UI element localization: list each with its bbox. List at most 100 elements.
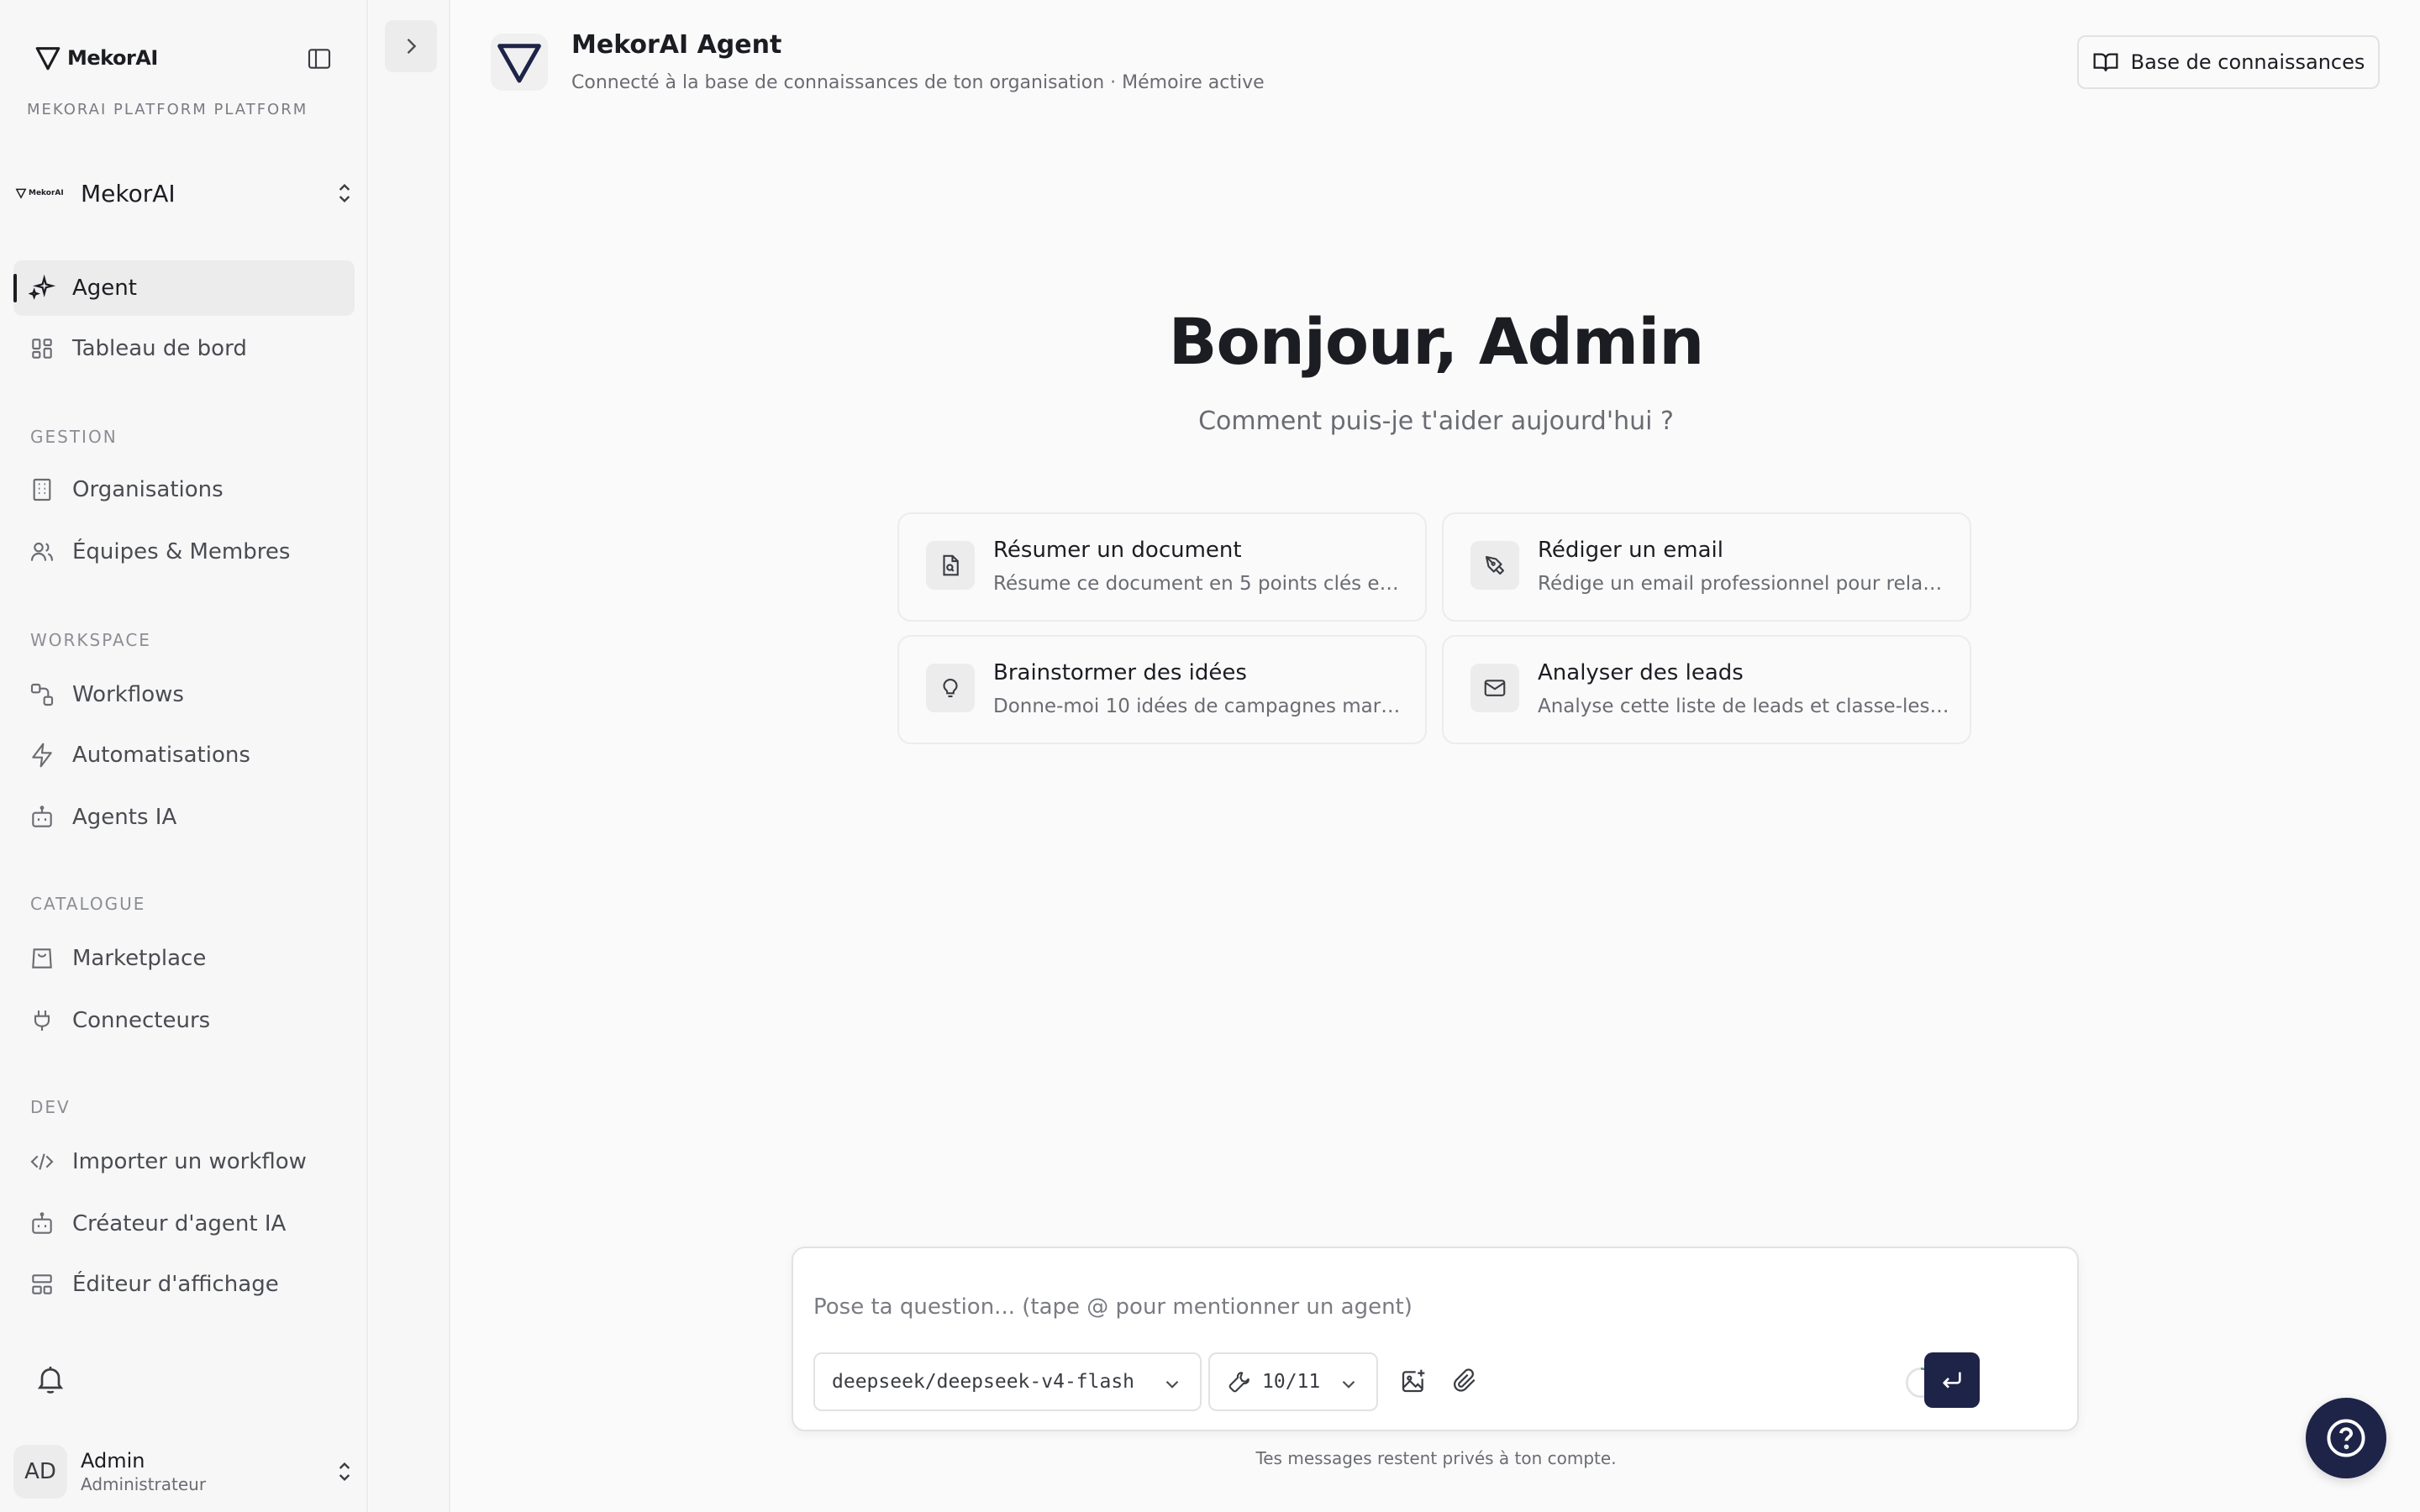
sidebar: MekorAI MEKORAI PLATFORM PLATFORM MekorA…	[0, 0, 368, 1512]
sidebar-item-label: Automatisations	[72, 743, 250, 768]
sidebar-item-label: Workflows	[72, 682, 184, 707]
org-name: MekorAI	[81, 179, 176, 207]
attach-file-button[interactable]	[1449, 1364, 1482, 1398]
wrench-icon	[1228, 1372, 1249, 1393]
privacy-note: Tes messages restent privés à ton compte…	[1255, 1448, 1617, 1468]
paperclip-icon	[1454, 1368, 1476, 1392]
sidebar-item-agent[interactable]: Agent	[13, 260, 355, 316]
mekorai-logo-icon	[35, 47, 60, 71]
code-icon	[30, 1153, 54, 1170]
sidebar-item-marketplace[interactable]: Marketplace	[13, 931, 355, 986]
org-switcher[interactable]: MekorAI MekorAI	[15, 171, 358, 215]
tools-select[interactable]: 10/11	[1208, 1352, 1378, 1411]
section-label-gestion: GESTION	[30, 427, 118, 447]
suggestion-title: Analyser des leads	[1538, 660, 1744, 685]
book-open-icon	[2093, 53, 2118, 71]
help-circle-icon	[2327, 1419, 2365, 1457]
suggestion-card[interactable]: Analyser des leads Analyse cette liste d…	[1442, 635, 1971, 744]
mail-icon	[1484, 680, 1506, 696]
grid-icon	[32, 339, 52, 359]
panel-left-icon	[308, 49, 331, 69]
sidebar-item-import-workflow[interactable]: Importer un workflow	[13, 1134, 355, 1189]
sparkles-icon	[29, 275, 55, 300]
bot-icon	[32, 1212, 52, 1234]
sidebar-item-label: Agents IA	[72, 805, 177, 830]
chevron-down-icon	[1165, 1380, 1179, 1389]
suggestion-card[interactable]: Brainstormer des idées Donne-moi 10 idée…	[897, 635, 1427, 744]
conversation-rail	[370, 0, 450, 1512]
greeting-subtitle: Comment puis-je t'aider aujourd'hui ?	[1198, 407, 1674, 436]
layout-icon	[32, 1274, 52, 1294]
sidebar-item-label: Éditeur d'affichage	[72, 1272, 279, 1297]
brand-name: MekorAI	[67, 46, 158, 70]
chevrons-up-down-icon	[339, 1462, 350, 1482]
agent-title: MekorAI Agent	[571, 30, 782, 60]
platform-label: MEKORAI PLATFORM PLATFORM	[27, 101, 308, 118]
sidebar-item-display-editor[interactable]: Éditeur d'affichage	[13, 1257, 355, 1312]
lightbulb-icon	[943, 678, 958, 698]
org-logo-text: MekorAI	[29, 189, 64, 197]
sidebar-item-teams[interactable]: Équipes & Membres	[13, 524, 355, 580]
suggestion-desc: Donne-moi 10 idées de campagnes marke...	[993, 696, 1405, 717]
section-label-workspace: WORKSPACE	[30, 630, 151, 650]
avatar: AD	[13, 1445, 67, 1499]
main-area: MekorAI Agent Connecté à la base de conn…	[452, 0, 2420, 1512]
agent-logo	[491, 34, 548, 91]
greeting-title: Bonjour, Admin	[1168, 304, 1705, 379]
chevrons-up-down-icon	[339, 183, 350, 203]
agent-subtitle: Connecté à la base de connaissances de t…	[571, 72, 1265, 93]
model-select-value: deepseek/deepseek-v4-flash	[832, 1371, 1135, 1393]
sidebar-item-organisations[interactable]: Organisations	[13, 462, 355, 517]
image-plus-icon	[1402, 1369, 1425, 1393]
section-label-catalogue: CATALOGUE	[30, 894, 146, 914]
sidebar-item-agent-builder[interactable]: Créateur d'agent IA	[13, 1196, 355, 1252]
users-icon	[30, 542, 54, 561]
sidebar-item-automations[interactable]: Automatisations	[13, 727, 355, 783]
suggestion-card[interactable]: Rédiger un email Rédige un email profess…	[1442, 512, 1971, 622]
bot-icon	[32, 806, 52, 827]
sidebar-item-label: Connecteurs	[72, 1008, 211, 1033]
image-upload-button[interactable]	[1397, 1364, 1430, 1398]
chevron-right-icon	[407, 39, 417, 54]
pen-icon	[1485, 555, 1505, 575]
sidebar-toggle-button[interactable]	[301, 40, 338, 77]
sidebar-item-label: Importer un workflow	[72, 1149, 307, 1174]
sidebar-item-label: Organisations	[72, 477, 224, 502]
mekorai-logo-icon	[497, 44, 541, 83]
section-label-dev: DEV	[30, 1097, 71, 1117]
suggestion-title: Brainstormer des idées	[993, 660, 1247, 685]
sidebar-item-dashboard[interactable]: Tableau de bord	[13, 321, 355, 376]
bell-icon[interactable]	[34, 1362, 67, 1396]
sidebar-item-label: Créateur d'agent IA	[72, 1211, 287, 1236]
zap-icon	[32, 743, 52, 768]
knowledge-base-button[interactable]: Base de connaissances	[2077, 35, 2380, 89]
knowledge-base-label: Base de connaissances	[2130, 50, 2365, 74]
sidebar-item-label: Équipes & Membres	[72, 539, 291, 564]
brand-logo[interactable]: MekorAI	[34, 44, 158, 72]
tools-count: 10/11	[1262, 1371, 1321, 1393]
model-select[interactable]: deepseek/deepseek-v4-flash	[813, 1352, 1202, 1411]
user-name: Admin	[81, 1449, 145, 1473]
workflow-icon	[30, 683, 54, 706]
suggestion-desc: Analyse cette liste de leads et classe-l…	[1538, 696, 1949, 717]
help-button[interactable]	[2306, 1398, 2386, 1478]
user-role: Administrateur	[81, 1474, 207, 1494]
expand-history-button[interactable]	[385, 20, 437, 72]
corner-down-left-icon	[1943, 1372, 1961, 1389]
suggestion-desc: Rédige un email professionnel pour relan…	[1538, 573, 1949, 595]
mekorai-logo-icon	[15, 188, 27, 199]
sidebar-item-connectors[interactable]: Connecteurs	[13, 993, 355, 1048]
suggestion-card[interactable]: Résumer un document Résume ce document e…	[897, 512, 1427, 622]
building-icon	[33, 478, 51, 501]
sidebar-item-label: Agent	[72, 276, 137, 301]
sidebar-item-ai-agents[interactable]: Agents IA	[13, 790, 355, 845]
suggestion-desc: Résume ce document en 5 points clés et l…	[993, 573, 1405, 595]
user-menu[interactable]: AD Admin Administrateur	[13, 1445, 358, 1499]
chevron-down-icon	[1342, 1380, 1355, 1389]
prompt-input[interactable]	[813, 1289, 2057, 1326]
sidebar-item-label: Tableau de bord	[72, 336, 247, 361]
send-button[interactable]	[1924, 1352, 1980, 1408]
plug-icon	[34, 1011, 50, 1031]
sidebar-item-workflows[interactable]: Workflows	[13, 667, 355, 722]
bag-icon	[32, 948, 52, 969]
